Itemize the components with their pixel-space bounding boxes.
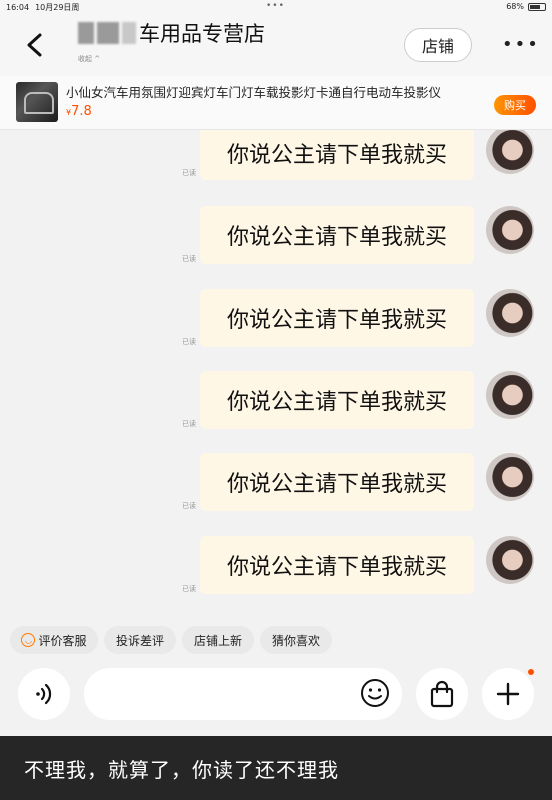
plus-icon bbox=[496, 682, 520, 706]
status-time: 16:04 bbox=[6, 2, 30, 12]
quick-action-recommend[interactable]: 猜你喜欢 bbox=[260, 626, 332, 654]
status-date: 10月29日周 bbox=[35, 2, 80, 12]
avatar[interactable] bbox=[486, 453, 534, 501]
read-receipt: 已读 bbox=[182, 338, 196, 346]
message-bubble[interactable]: 你说公主请下单我就买 bbox=[200, 206, 474, 264]
price-value: 7.8 bbox=[71, 104, 92, 119]
message-item: 你说公主请下单我就买 已读 bbox=[0, 289, 552, 349]
battery-icon bbox=[528, 2, 546, 11]
quick-action-label: 猜你喜欢 bbox=[271, 633, 320, 648]
caption-bar: 不理我，就算了，你读了还不理我 bbox=[0, 736, 552, 800]
product-card[interactable]: 小仙女汽车用氛围灯迎宾灯车门灯车载投影灯卡通自行电动车投影仪 ¥7.8 购买 bbox=[0, 76, 552, 130]
read-receipt: 已读 bbox=[182, 169, 196, 177]
blurred-name-part bbox=[78, 22, 94, 44]
plus-button[interactable] bbox=[482, 668, 534, 720]
avatar[interactable] bbox=[486, 206, 534, 254]
caption-text: 不理我，就算了，你读了还不理我 bbox=[24, 757, 339, 782]
message-item: 你说公主请下单我就买 已读 bbox=[0, 536, 552, 596]
collapse-toggle[interactable]: 收起 ^ bbox=[78, 54, 100, 64]
more-icon[interactable]: ••• bbox=[502, 36, 540, 54]
message-item: 你说公主请下单我就买 已读 bbox=[0, 130, 552, 186]
store-button[interactable]: 店铺 bbox=[404, 28, 472, 62]
shopping-bag-icon bbox=[430, 680, 454, 708]
read-receipt: 已读 bbox=[182, 502, 196, 510]
message-item: 你说公主请下单我就买 已读 bbox=[0, 371, 552, 431]
quick-action-complaint[interactable]: 投诉差评 bbox=[104, 626, 176, 654]
multitask-dots-icon: ••• bbox=[266, 1, 285, 11]
back-icon[interactable] bbox=[24, 32, 46, 58]
message-bubble[interactable]: 你说公主请下单我就买 bbox=[200, 289, 474, 347]
message-bubble[interactable]: 你说公主请下单我就买 bbox=[200, 371, 474, 429]
message-bubble[interactable]: 你说公主请下单我就买 bbox=[200, 453, 474, 511]
message-input[interactable] bbox=[84, 668, 402, 720]
blurred-name-part bbox=[122, 22, 136, 44]
message-bubble[interactable]: 你说公主请下单我就买 bbox=[200, 130, 474, 180]
avatar[interactable] bbox=[486, 536, 534, 584]
shop-title[interactable]: 车用品专营店 bbox=[78, 18, 265, 48]
message-item: 你说公主请下单我就买 已读 bbox=[0, 206, 552, 266]
quick-action-new-arrivals[interactable]: 店铺上新 bbox=[182, 626, 254, 654]
status-right: 68% bbox=[506, 2, 546, 11]
avatar[interactable] bbox=[486, 130, 534, 174]
input-bar bbox=[0, 664, 552, 730]
product-price: ¥7.8 bbox=[66, 104, 92, 119]
quick-action-label: 投诉差评 bbox=[115, 633, 164, 648]
avatar[interactable] bbox=[486, 289, 534, 337]
chat-header: 车用品专营店 收起 ^ 店铺 ••• bbox=[0, 14, 552, 76]
quick-action-label: 店铺上新 bbox=[193, 633, 242, 648]
shop-name: 车用品专营店 bbox=[139, 22, 265, 46]
read-receipt: 已读 bbox=[182, 420, 196, 428]
read-receipt: 已读 bbox=[182, 585, 196, 593]
product-thumbnail[interactable] bbox=[16, 82, 58, 122]
blurred-name-part bbox=[97, 22, 119, 44]
voice-icon bbox=[36, 683, 52, 705]
battery-percent: 68% bbox=[506, 2, 524, 11]
quick-action-rate-service[interactable]: ◡ 评价客服 bbox=[10, 626, 98, 654]
message-item: 你说公主请下单我就买 已读 bbox=[0, 453, 552, 513]
read-receipt: 已读 bbox=[182, 255, 196, 263]
emoji-icon[interactable] bbox=[360, 678, 390, 708]
shopping-bag-button[interactable] bbox=[416, 668, 468, 720]
avatar[interactable] bbox=[486, 371, 534, 419]
quick-action-label: 评价客服 bbox=[38, 633, 87, 648]
smile-icon: ◡ bbox=[21, 633, 36, 647]
product-name: 小仙女汽车用氛围灯迎宾灯车门灯车载投影灯卡通自行电动车投影仪 bbox=[66, 85, 442, 100]
status-bar: 16:04 10月29日周 ••• 68% bbox=[0, 0, 552, 14]
notification-dot bbox=[528, 669, 534, 675]
message-bubble[interactable]: 你说公主请下单我就买 bbox=[200, 536, 474, 594]
voice-button[interactable] bbox=[18, 668, 70, 720]
buy-button[interactable]: 购买 bbox=[494, 95, 536, 115]
quick-actions: ◡ 评价客服 投诉差评 店铺上新 猜你喜欢 bbox=[0, 626, 552, 654]
message-list[interactable]: 你说公主请下单我就买 已读 你说公主请下单我就买 已读 你说公主请下单我就买 已… bbox=[0, 130, 552, 620]
